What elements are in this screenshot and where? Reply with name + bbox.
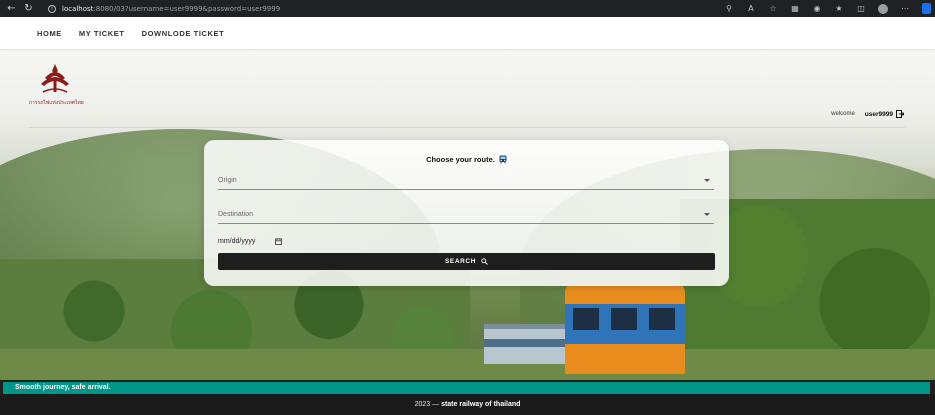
footer: 2023 — state railway of thailand: [0, 394, 935, 415]
origin-placeholder: Origin: [218, 177, 237, 184]
url-path: :8080/03?username=user9999&password=user…: [93, 4, 281, 13]
username: user9999: [864, 110, 893, 118]
more-menu-icon[interactable]: ⋯: [900, 4, 910, 14]
logo-text: การรถไฟแห่งประเทศไทย: [29, 100, 84, 106]
back-icon[interactable]: ←: [6, 3, 17, 14]
site-info-icon[interactable]: i: [48, 4, 56, 13]
profile-avatar[interactable]: [878, 3, 888, 14]
slogan-banner: Smooth journey, safe arrival.: [3, 382, 930, 394]
railway-logo-icon[interactable]: [35, 62, 75, 96]
footer-year: 2023 —: [414, 401, 440, 408]
destination-select[interactable]: Destination: [218, 208, 714, 224]
header-divider: [29, 127, 905, 128]
top-navigation: HOME MY TICKET DOWNLODE TICKET: [0, 17, 935, 49]
search-icon: [481, 258, 488, 265]
nav-home[interactable]: HOME: [37, 29, 62, 38]
browser-toolbar: ← ↻ i localhost:8080/03?username=user999…: [0, 0, 935, 17]
address-bar[interactable]: i localhost:8080/03?username=user9999&pa…: [48, 4, 281, 13]
slogan-text: Smooth journey, safe arrival.: [15, 384, 111, 391]
nav-my-ticket[interactable]: MY TICKET: [79, 29, 125, 38]
welcome-label: welcome: [831, 111, 855, 117]
calendar-icon[interactable]: [275, 238, 283, 245]
card-title: Choose your route.: [204, 155, 729, 164]
nav-download-ticket[interactable]: DOWNLODE TICKET: [142, 29, 225, 38]
read-aloud-icon[interactable]: A: [746, 4, 756, 14]
favorites-icon[interactable]: ★: [834, 4, 844, 14]
copilot-icon[interactable]: [922, 3, 931, 14]
train-icon: [499, 155, 507, 164]
search-button[interactable]: SEARCH: [218, 253, 715, 270]
user-welcome: welcome user9999: [831, 110, 904, 118]
card-title-text: Choose your route.: [426, 155, 495, 164]
search-button-label: SEARCH: [444, 258, 477, 265]
date-placeholder: mm/dd/yyyy: [218, 238, 256, 245]
extension-icon[interactable]: ▦: [790, 4, 800, 14]
destination-placeholder: Destination: [218, 211, 254, 218]
logout-icon[interactable]: [896, 110, 904, 118]
url-host: localhost: [62, 4, 94, 13]
collections-icon[interactable]: ◫: [856, 4, 866, 14]
favorite-add-icon[interactable]: ☆: [768, 4, 778, 14]
route-search-card: Choose your route. Origin Destination mm…: [204, 140, 729, 286]
origin-select[interactable]: Origin: [218, 174, 714, 190]
key-icon[interactable]: ⚲: [724, 4, 734, 14]
chevron-down-icon[interactable]: [704, 213, 710, 216]
chevron-down-icon[interactable]: [704, 179, 710, 182]
date-input[interactable]: mm/dd/yyyy: [218, 238, 283, 245]
puzzle-icon[interactable]: ◉: [812, 4, 822, 14]
reload-icon[interactable]: ↻: [23, 3, 34, 14]
footer-org: state railway of thailand: [441, 401, 521, 408]
